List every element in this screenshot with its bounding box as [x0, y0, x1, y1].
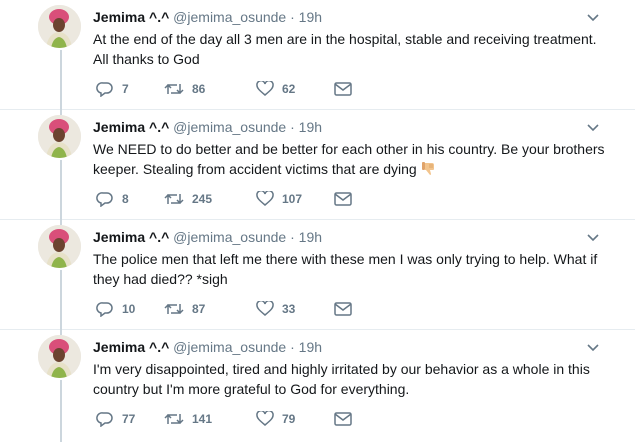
envelope-icon [334, 302, 352, 316]
tweet[interactable]: Jemima ^.^ @jemima_osunde · 19h I'm very… [0, 330, 635, 442]
retweet-icon [164, 193, 184, 205]
thread-line [60, 270, 62, 330]
direct-message-button[interactable] [334, 410, 352, 428]
like-count: 33 [282, 302, 296, 316]
reply-count: 7 [122, 82, 129, 96]
display-name[interactable]: Jemima ^.^ [93, 119, 169, 135]
user-handle[interactable]: @jemima_osunde [173, 339, 286, 355]
thumbs-down-icon [421, 162, 434, 175]
tweet-header: Jemima ^.^ @jemima_osunde · 19h [93, 8, 322, 26]
heart-icon [256, 301, 274, 316]
tweet-text: The police men that left me there with t… [93, 249, 605, 289]
reply-button[interactable]: 77 [96, 410, 135, 428]
tweet-text-content: I'm very disappointed, tired and highly … [93, 361, 590, 397]
separator: · [290, 119, 295, 135]
like-button[interactable]: 79 [256, 410, 295, 428]
thread-line [60, 50, 62, 110]
separator: · [290, 229, 295, 245]
reply-icon [96, 192, 113, 207]
avatar[interactable] [38, 225, 81, 268]
tweet-text-content: The police men that left me there with t… [93, 251, 598, 287]
tweet[interactable]: Jemima ^.^ @jemima_osunde · 19h The poli… [0, 220, 635, 330]
retweet-icon [164, 303, 184, 315]
reply-count: 8 [122, 192, 129, 206]
display-name[interactable]: Jemima ^.^ [93, 339, 169, 355]
like-button[interactable]: 62 [256, 80, 295, 98]
user-handle[interactable]: @jemima_osunde [173, 119, 286, 135]
reply-icon [96, 82, 113, 97]
retweet-count: 245 [192, 192, 213, 206]
heart-icon [256, 411, 274, 426]
tweet-header: Jemima ^.^ @jemima_osunde · 19h [93, 338, 322, 356]
reply-icon [96, 302, 113, 317]
chevron-down-icon[interactable] [587, 10, 599, 22]
like-count: 107 [282, 192, 303, 206]
like-count: 79 [282, 412, 296, 426]
retweet-icon [164, 413, 184, 425]
timestamp[interactable]: 19h [299, 229, 322, 245]
tweet-text-content: We NEED to do better and be better for e… [93, 141, 605, 177]
timestamp[interactable]: 19h [299, 339, 322, 355]
reply-count: 10 [122, 302, 136, 316]
reply-button[interactable]: 10 [96, 300, 135, 318]
user-handle[interactable]: @jemima_osunde [173, 229, 286, 245]
chevron-down-icon[interactable] [587, 230, 599, 242]
like-count: 62 [282, 82, 296, 96]
timestamp[interactable]: 19h [299, 119, 322, 135]
tweet-header: Jemima ^.^ @jemima_osunde · 19h [93, 228, 322, 246]
heart-icon [256, 191, 274, 206]
envelope-icon [334, 412, 352, 426]
envelope-icon [334, 192, 352, 206]
reply-button[interactable]: 7 [96, 80, 129, 98]
retweet-button[interactable]: 87 [164, 300, 205, 318]
tweet[interactable]: Jemima ^.^ @jemima_osunde · 19h At the e… [0, 0, 635, 110]
retweet-count: 87 [192, 302, 206, 316]
display-name[interactable]: Jemima ^.^ [93, 229, 169, 245]
retweet-count: 141 [192, 412, 213, 426]
chevron-down-icon[interactable] [587, 120, 599, 132]
avatar[interactable] [38, 115, 81, 158]
tweet-text: I'm very disappointed, tired and highly … [93, 359, 605, 399]
direct-message-button[interactable] [334, 300, 352, 318]
tweet-text-content: At the end of the day all 3 men are in t… [93, 31, 597, 67]
chevron-down-icon[interactable] [587, 340, 599, 352]
separator: · [290, 9, 295, 25]
direct-message-button[interactable] [334, 190, 352, 208]
tweet-header: Jemima ^.^ @jemima_osunde · 19h [93, 118, 322, 136]
retweet-button[interactable]: 86 [164, 80, 205, 98]
thread-line [60, 160, 62, 220]
timestamp[interactable]: 19h [299, 9, 322, 25]
tweet-text: At the end of the day all 3 men are in t… [93, 29, 605, 69]
reply-icon [96, 412, 113, 427]
direct-message-button[interactable] [334, 80, 352, 98]
thread-line [60, 380, 62, 442]
retweet-button[interactable]: 245 [164, 190, 212, 208]
tweet-text: We NEED to do better and be better for e… [93, 139, 605, 179]
reply-button[interactable]: 8 [96, 190, 129, 208]
display-name[interactable]: Jemima ^.^ [93, 9, 169, 25]
tweet[interactable]: Jemima ^.^ @jemima_osunde · 19h We NEED … [0, 110, 635, 220]
separator: · [290, 339, 295, 355]
user-handle[interactable]: @jemima_osunde [173, 9, 286, 25]
retweet-icon [164, 83, 184, 95]
heart-icon [256, 81, 274, 96]
avatar[interactable] [38, 335, 81, 378]
like-button[interactable]: 33 [256, 300, 295, 318]
avatar[interactable] [38, 5, 81, 48]
reply-count: 77 [122, 412, 136, 426]
retweet-button[interactable]: 141 [164, 410, 212, 428]
envelope-icon [334, 82, 352, 96]
like-button[interactable]: 107 [256, 190, 302, 208]
retweet-count: 86 [192, 82, 206, 96]
